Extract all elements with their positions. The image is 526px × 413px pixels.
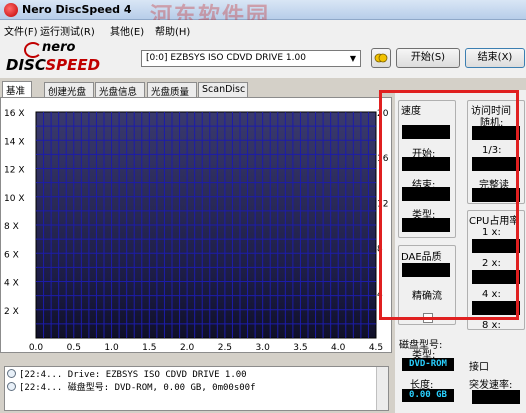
disc-type-value: DVD-ROM [402, 358, 454, 371]
y-left-tick-label: 16 X [4, 109, 24, 119]
info-icon [7, 382, 16, 391]
x-tick-label: 4.0 [331, 343, 346, 353]
nero-discspeed-logo: nero DISCSPEED [4, 40, 124, 76]
tab-disc-info[interactable]: 光盘信息 [95, 82, 145, 98]
y-left-tick-label: 12 X [4, 166, 24, 176]
y-left-tick-label: 2 X [4, 307, 19, 317]
logo-discspeed-text: DISCSPEED [6, 56, 101, 74]
log-panel: [22:4... Drive: EZBSYS ISO CDVD DRIVE 1.… [4, 366, 389, 411]
x-tick-label: 2.0 [180, 343, 195, 353]
drive-select[interactable]: [0:0] EZBSYS ISO CDVD DRIVE 1.00 ▼ [141, 50, 361, 67]
log-scrollbar[interactable] [376, 367, 388, 410]
burst-rate-label: 突发速率: [469, 380, 513, 391]
y-left-tick-label: 4 X [4, 279, 19, 289]
y-left-tick-label: 8 X [4, 222, 19, 232]
log-line: [22:4... 磁盘型号: DVD-ROM, 0.00 GB, 0m00s00… [7, 380, 256, 393]
tab-create-disc[interactable]: 创建光盘 [44, 82, 94, 98]
tab-scandisc[interactable]: ScanDisc [198, 82, 248, 98]
menu-help[interactable]: 帮助(H) [155, 23, 190, 38]
benchmark-chart: 16 X14 X12 X10 X8 X6 X4 X2 X201612840.0 0… [4, 109, 389, 353]
eject-button[interactable] [371, 48, 391, 68]
info-icon [7, 369, 16, 378]
drive-select-value: [0:0] EZBSYS ISO CDVD DRIVE 1.00 [146, 53, 306, 63]
y-left-tick-label: 10 X [4, 194, 24, 204]
length-value: 0.00 GB [402, 389, 454, 402]
x-tick-label: 1.0 [104, 343, 119, 353]
cpu-8x-label: 8 x: [482, 320, 501, 331]
menu-run-test[interactable]: 运行测试(R) [40, 23, 95, 38]
start-button[interactable]: 开始(S) [396, 48, 460, 68]
x-tick-label: 2.5 [218, 343, 232, 353]
y-left-tick-label: 6 X [4, 250, 19, 260]
window-title: Nero DiscSpeed 4 [22, 3, 132, 16]
x-tick-label: 1.5 [142, 343, 156, 353]
x-tick-label: 0.5 [67, 343, 81, 353]
highlight-box [379, 90, 519, 320]
tab-disc-quality[interactable]: 光盘质量 [147, 82, 197, 98]
burst-rate-field [472, 390, 520, 404]
chevron-down-icon[interactable]: ▼ [346, 51, 360, 66]
y-left-tick-label: 14 X [4, 137, 24, 147]
eject-icon [374, 53, 388, 63]
tab-bar: 基准 创建光盘 光盘信息 光盘质量 ScanDisc [0, 81, 380, 99]
end-button[interactable]: 结束(X) [465, 48, 525, 68]
interface-label: 接口 [469, 362, 489, 373]
nero-app-icon [4, 3, 18, 17]
x-tick-label: 3.0 [256, 343, 271, 353]
menu-extra[interactable]: 其他(E) [110, 23, 144, 38]
x-tick-label: 4.5 [369, 343, 383, 353]
menu-file[interactable]: 文件(F) [4, 23, 38, 38]
logo-nero-text: nero [42, 40, 76, 55]
x-tick-label: 3.5 [293, 343, 307, 353]
log-line: [22:4... Drive: EZBSYS ISO CDVD DRIVE 1.… [7, 369, 247, 380]
title-bar: Nero DiscSpeed 4 河东软件园 [0, 0, 526, 29]
menu-bar: 文件(F) 运行测试(R) 其他(E) 帮助(H) [0, 20, 526, 38]
benchmark-chart-panel: 16 X 14 X 12 X 10 X8 X6 X4 X2 X 20 16 12 8 4 0.0 0… [0, 97, 392, 353]
x-tick-label: 0.0 [29, 343, 44, 353]
